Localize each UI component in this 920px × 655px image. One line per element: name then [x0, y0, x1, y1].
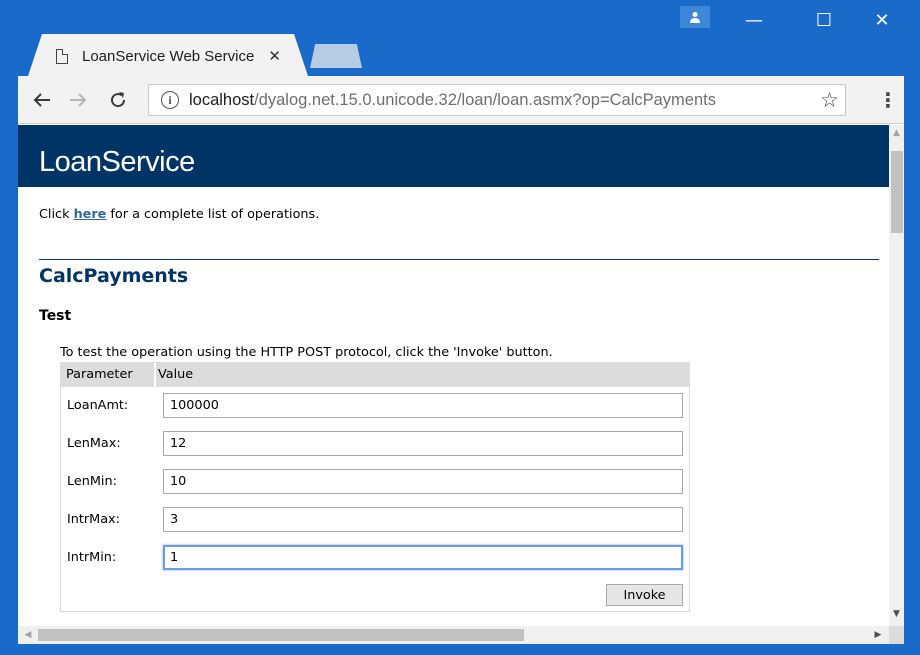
intro-after: for a complete list of operations. [106, 207, 320, 222]
vertical-scrollbar[interactable]: ▲ ▼ [889, 125, 904, 626]
url-path: /dyalog.net.15.0.unicode.32/loan/loan.as… [254, 90, 716, 109]
intro-text: Click here for a complete list of operat… [39, 207, 319, 222]
loanamt-input[interactable] [163, 393, 683, 418]
page-content: LoanService Click here for a complete li… [18, 125, 889, 626]
header-divider [154, 363, 156, 387]
tab-title: LoanService Web Service [82, 47, 255, 65]
document-icon [56, 48, 68, 64]
arrow-left-icon [33, 93, 50, 107]
forward-button[interactable] [64, 86, 92, 114]
tab-close-icon[interactable]: ✕ [268, 47, 281, 65]
new-tab-button[interactable] [310, 44, 362, 68]
scroll-right-icon[interactable]: ▶ [870, 626, 886, 644]
browser-toolbar: i localhost/dyalog.net.15.0.unicode.32/l… [18, 76, 904, 124]
url-host: localhost [189, 90, 255, 109]
param-label-loanamt: LoanAmt: [67, 398, 129, 413]
maximize-button[interactable]: ☐ [804, 8, 844, 32]
param-label-lenmin: LenMin: [67, 474, 117, 489]
reload-button[interactable] [104, 86, 132, 114]
invoke-button[interactable]: Invoke [606, 584, 683, 606]
vertical-scroll-thumb[interactable] [891, 151, 903, 233]
kebab-menu-icon[interactable]: ⋮ [878, 86, 898, 114]
test-heading: Test [39, 308, 72, 324]
arrow-right-icon [70, 93, 87, 107]
scroll-down-icon[interactable]: ▼ [889, 606, 904, 622]
intrmax-input[interactable] [163, 507, 683, 532]
divider [39, 259, 879, 260]
param-label-intrmin: IntrMin: [67, 550, 117, 565]
address-bar[interactable]: i localhost/dyalog.net.15.0.unicode.32/l… [148, 84, 846, 116]
column-header-value: Value [158, 367, 194, 382]
test-description: To test the operation using the HTTP POS… [60, 345, 553, 360]
window-border-right [904, 76, 920, 655]
operations-list-link[interactable]: here [74, 207, 107, 222]
reload-icon [111, 92, 126, 108]
param-label-lenmax: LenMax: [67, 436, 121, 451]
url-text: localhost/dyalog.net.15.0.unicode.32/loa… [189, 91, 716, 110]
window-border-bottom [0, 644, 920, 655]
person-icon [690, 12, 700, 23]
param-label-intrmax: IntrMax: [67, 512, 120, 527]
browser-window: LoanService Web Service ✕ — ☐ ✕ i localh… [0, 0, 920, 655]
scroll-up-icon[interactable]: ▲ [889, 125, 904, 141]
window-border-left [0, 76, 18, 655]
page-title: LoanService [39, 146, 195, 178]
profile-icon[interactable] [680, 6, 710, 28]
header-banner: LoanService [18, 125, 889, 187]
scroll-left-icon[interactable]: ◀ [20, 626, 36, 644]
form-header: Parameter Value [61, 363, 689, 387]
scrollbar-corner [889, 626, 904, 644]
lenmin-input[interactable] [163, 469, 683, 494]
close-window-button[interactable]: ✕ [862, 8, 902, 32]
tab-content: LoanService Web Service ✕ [44, 36, 304, 76]
operation-title: CalcPayments [39, 265, 189, 287]
parameter-form: Parameter Value LoanAmt: LenMax: LenMin:… [60, 362, 690, 612]
intro-before: Click [39, 207, 74, 222]
intrmin-input[interactable] [163, 545, 683, 570]
back-button[interactable] [28, 86, 56, 114]
horizontal-scroll-thumb[interactable] [38, 629, 524, 641]
bookmark-star-icon[interactable]: ☆ [820, 88, 839, 112]
lenmax-input[interactable] [163, 431, 683, 456]
column-header-parameter: Parameter [66, 367, 133, 382]
horizontal-scrollbar[interactable]: ◀ ▶ [18, 626, 889, 644]
info-icon[interactable]: i [161, 91, 179, 109]
minimize-button[interactable]: — [734, 8, 774, 32]
